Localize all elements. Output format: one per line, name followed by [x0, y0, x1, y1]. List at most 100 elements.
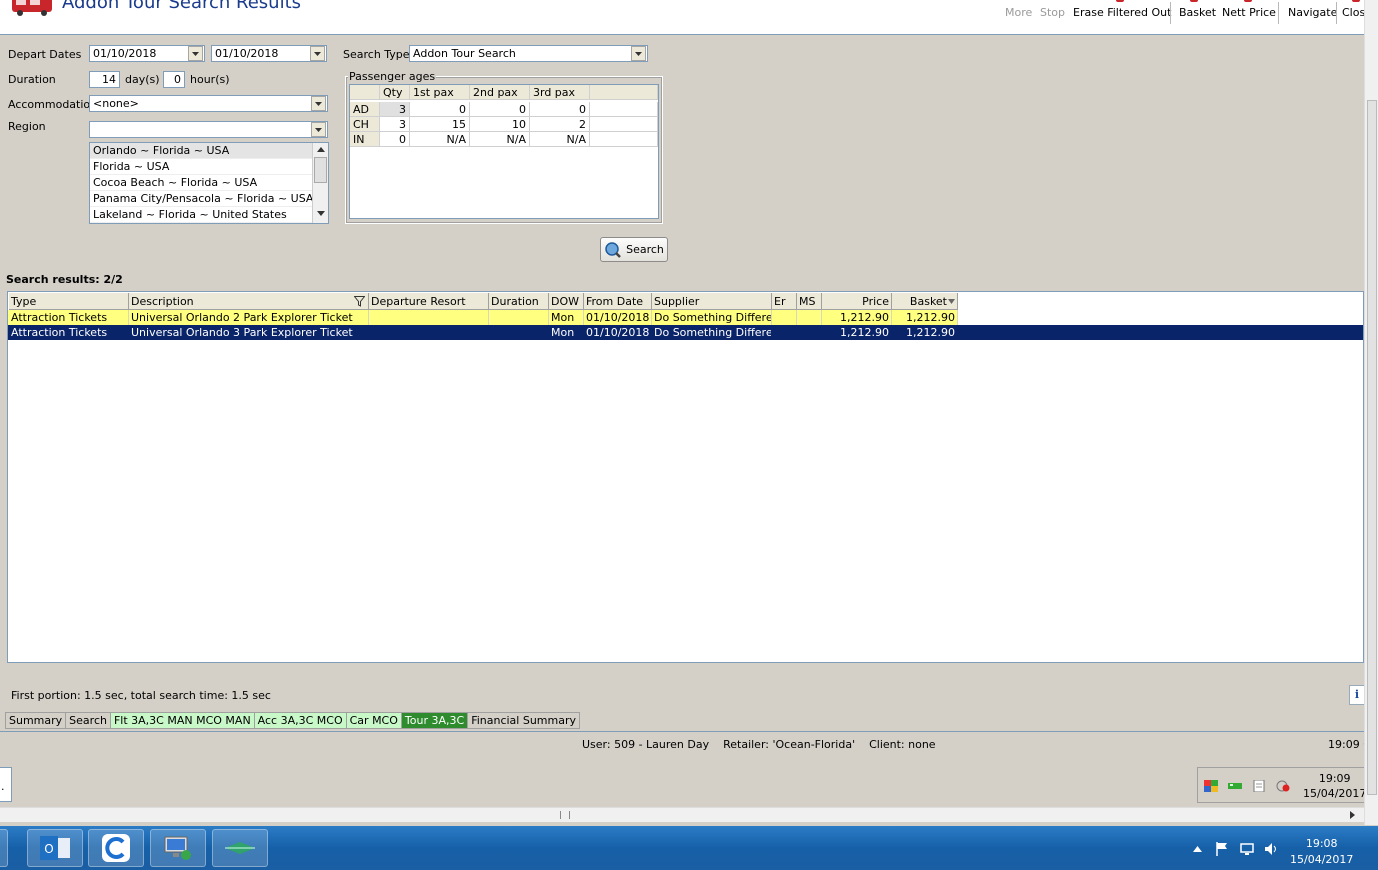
column-header-departure-resort[interactable]: Departure Resort	[369, 293, 489, 310]
network-card-icon[interactable]	[1228, 780, 1242, 792]
column-header-from-date[interactable]: From Date	[584, 293, 652, 310]
depart-from-dropdown-button[interactable]	[188, 46, 203, 61]
duration-days-field[interactable]: 14	[89, 71, 120, 88]
accommodation-select[interactable]: <none>	[89, 95, 328, 112]
app-tray-icon[interactable]	[1204, 780, 1218, 792]
table-row[interactable]: Attraction Tickets Universal Orlando 3 P…	[8, 325, 1363, 340]
search-type-value: Addon Tour Search	[413, 47, 516, 60]
column-header-price[interactable]: Price	[822, 293, 892, 310]
scroll-up-icon	[317, 147, 325, 152]
pax-qty-cell[interactable]: 3	[380, 102, 410, 117]
flag-icon[interactable]	[1215, 842, 1229, 856]
search-button[interactable]: Search	[600, 237, 668, 262]
cell-er	[772, 310, 797, 325]
taskbar-remote-desktop-button[interactable]	[150, 829, 206, 867]
tab-tour[interactable]: Tour 3A,3C	[400, 712, 468, 729]
cell-departure-resort	[369, 325, 489, 340]
taskbar-outlook-button[interactable]: O	[27, 829, 83, 867]
pax-age-cell[interactable]: N/A	[410, 132, 470, 147]
document-icon[interactable]	[1252, 780, 1266, 792]
cell-type: Attraction Tickets	[9, 325, 129, 340]
region-list-scrollbar[interactable]	[312, 143, 328, 223]
tab-summary[interactable]: Summary	[5, 712, 66, 729]
cell-dow: Mon	[549, 310, 584, 325]
depart-dates-label: Depart Dates	[8, 48, 82, 61]
filter-icon[interactable]	[354, 296, 365, 307]
column-header-basket[interactable]: Basket	[892, 293, 958, 310]
status-time-text: 19:09 G	[1328, 738, 1364, 751]
taskbar-clock[interactable]: 19:08 15/04/2017	[1290, 836, 1353, 868]
region-list-item[interactable]: Orlando ~ Florida ~ USA	[90, 143, 328, 159]
column-header-ms[interactable]: MS	[797, 293, 822, 310]
duration-hours-field[interactable]: 0	[163, 71, 185, 88]
table-row[interactable]: Attraction Tickets Universal Orlando 2 P…	[8, 310, 1363, 325]
region-dropdown-button[interactable]	[311, 122, 326, 137]
scroll-thumb[interactable]	[1367, 100, 1377, 795]
navigate-button[interactable]: Navigate	[1288, 6, 1337, 22]
status-user-text: User: 509 - Lauren Day Retailer: 'Ocean-…	[582, 738, 936, 751]
region-list-item[interactable]: Lakeland ~ Florida ~ United States	[90, 207, 328, 223]
row-filler	[958, 310, 1363, 325]
svg-text:O: O	[44, 842, 53, 856]
network-icon[interactable]	[1239, 842, 1255, 856]
pax-age-cell[interactable]: 0	[530, 102, 590, 117]
taskbar-app-button[interactable]	[212, 829, 268, 867]
passenger-ages-grid[interactable]: Qty 1st pax 2nd pax 3rd pax AD 3 0 0 0 C…	[349, 84, 659, 219]
show-hidden-icons-icon[interactable]	[1193, 846, 1202, 852]
close-button[interactable]: Close	[1342, 6, 1364, 22]
tab-financial-summary[interactable]: Financial Summary	[467, 712, 581, 729]
pax-age-cell[interactable]: N/A	[470, 132, 530, 147]
pax-age-cell[interactable]: N/A	[530, 132, 590, 147]
pax-age-cell[interactable]: 15	[410, 117, 470, 132]
toolbar-divider	[1278, 2, 1279, 24]
scroll-thumb[interactable]	[314, 157, 327, 183]
more-button[interactable]: More	[1005, 6, 1032, 22]
bus-icon	[12, 0, 52, 16]
erase-filtered-out-button[interactable]: Erase Filtered Out	[1073, 6, 1171, 22]
pax-empty-cell	[590, 117, 658, 132]
hours-unit-label: hour(s)	[190, 73, 230, 86]
stop-button[interactable]: Stop	[1040, 6, 1065, 22]
accommodation-dropdown-button[interactable]	[311, 96, 326, 111]
depart-to-dropdown-button[interactable]	[310, 46, 325, 61]
column-header-description[interactable]: Description	[129, 293, 369, 310]
region-list-item[interactable]: Panama City/Pensacola ~ Florida ~ USA	[90, 191, 328, 207]
column-header-type[interactable]: Type	[9, 293, 129, 310]
pax-qty-cell[interactable]: 3	[380, 117, 410, 132]
region-list[interactable]: Orlando ~ Florida ~ USA Florida ~ USA Co…	[89, 142, 329, 224]
results-grid[interactable]: Type Description Departure Resort Durati…	[7, 291, 1364, 663]
info-icon[interactable]: i	[1349, 685, 1365, 705]
search-type-dropdown-button[interactable]	[631, 46, 646, 61]
command-field[interactable]: .	[0, 767, 12, 802]
pax-age-cell[interactable]: 10	[470, 117, 530, 132]
outlook-icon: O	[40, 836, 70, 860]
pax-age-cell[interactable]: 2	[530, 117, 590, 132]
tab-search[interactable]: Search	[65, 712, 110, 729]
basket-button[interactable]: Basket	[1179, 6, 1216, 22]
tab-accommodation[interactable]: Acc 3A,3C MCO	[253, 712, 346, 729]
column-header-er[interactable]: Er	[772, 293, 797, 310]
column-header-dow[interactable]: DOW	[549, 293, 584, 310]
tab-flight[interactable]: Flt 3A,3C MAN MCO MAN	[109, 712, 254, 729]
pax-age-cell[interactable]: 0	[410, 102, 470, 117]
column-header-duration[interactable]: Duration	[489, 293, 549, 310]
passenger-ages-label: Passenger ages	[348, 70, 437, 83]
speaker-icon[interactable]	[1264, 842, 1278, 856]
horizontal-scrollbar[interactable]	[0, 807, 1365, 822]
taskbar-c-app-button[interactable]	[88, 829, 144, 867]
pax-age-cell[interactable]: 0	[470, 102, 530, 117]
column-header-supplier[interactable]: Supplier	[652, 293, 772, 310]
taskbar-app-button[interactable]	[0, 829, 8, 867]
chevron-down-icon	[315, 101, 322, 106]
nett-price-button[interactable]: Nett Price	[1222, 6, 1276, 22]
pax-qty-cell[interactable]: 0	[380, 132, 410, 147]
region-list-item[interactable]: Florida ~ USA	[90, 159, 328, 175]
depart-from-value: 01/10/2018	[93, 47, 157, 60]
accommodation-label: Accommodation	[8, 98, 98, 111]
search-type-select[interactable]: Addon Tour Search	[409, 45, 648, 62]
tab-car[interactable]: Car MCO	[345, 712, 401, 729]
region-list-item[interactable]: Cocoa Beach ~ Florida ~ USA	[90, 175, 328, 191]
status-error-icon[interactable]	[1276, 780, 1290, 792]
region-select[interactable]	[89, 121, 328, 138]
vertical-scrollbar[interactable]	[1364, 0, 1378, 825]
